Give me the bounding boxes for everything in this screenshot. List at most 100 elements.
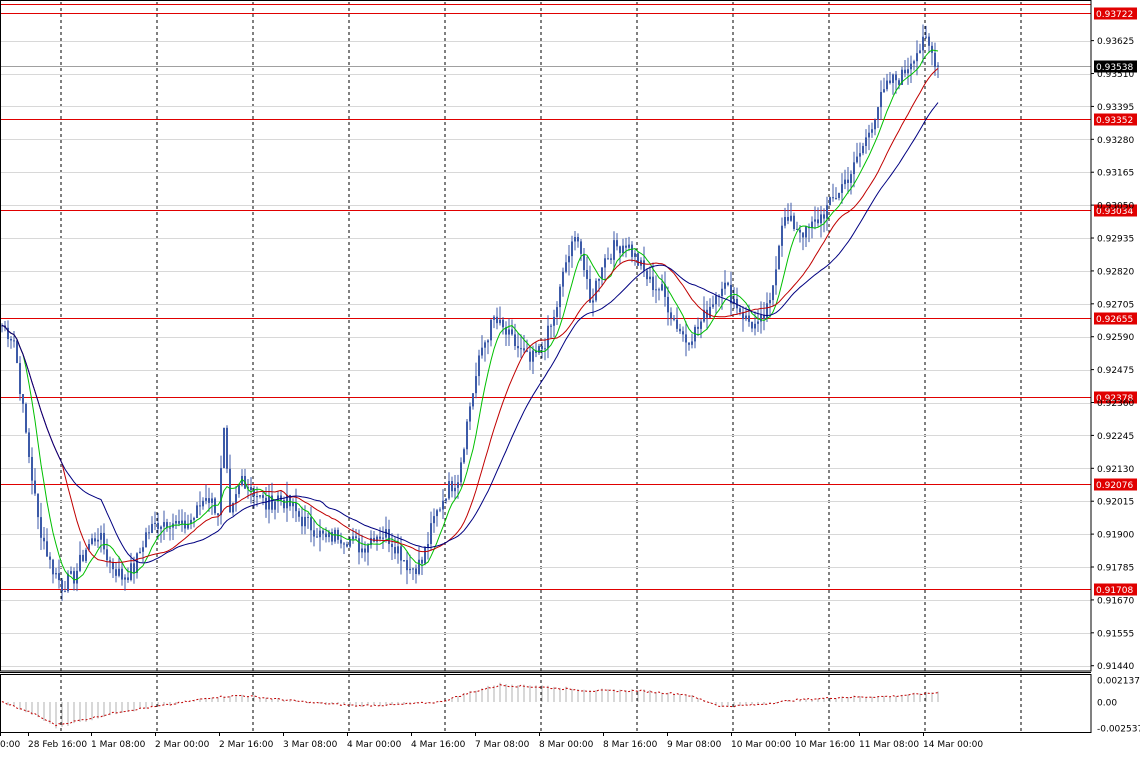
candle-body: [496, 316, 498, 324]
candle-body: [832, 197, 834, 199]
candle-body: [745, 315, 747, 320]
candle-body: [301, 516, 303, 527]
candle-body: [100, 532, 102, 540]
candle-body: [19, 363, 21, 395]
candle-body: [259, 495, 261, 497]
y-tick-label: 0.92015: [1097, 498, 1134, 508]
y-tick-label: 0.93625: [1097, 37, 1134, 47]
candle-body: [475, 376, 477, 394]
candle-body: [616, 240, 618, 247]
candle-body: [397, 546, 399, 554]
x-tick-label: 7 Mar 08:00: [475, 740, 530, 750]
candle-body: [700, 321, 702, 329]
candle-body: [454, 487, 456, 492]
candle-body: [601, 267, 603, 279]
candle: [637, 251, 639, 267]
candle-body: [778, 245, 780, 270]
candle-body: [484, 342, 486, 348]
candle: [463, 447, 465, 465]
x-tick-label: 8 Mar 16:00: [603, 740, 658, 750]
candle-body: [919, 50, 921, 54]
candle-body: [670, 312, 672, 319]
candle-body: [850, 174, 852, 183]
candle-body: [508, 329, 510, 335]
x-tick-label: 28 Feb 16:00: [28, 740, 87, 750]
candle-body: [517, 346, 519, 349]
candle-body: [310, 517, 312, 531]
candle-body: [406, 560, 408, 571]
candle-body: [16, 340, 18, 364]
candle-body: [787, 217, 789, 221]
candle-body: [280, 495, 282, 501]
y-tick-label: 0.93165: [1097, 169, 1134, 179]
candle-body: [838, 192, 840, 198]
candle-body: [307, 516, 309, 518]
candle: [226, 425, 228, 474]
y-tick-label: 0.93510: [1097, 70, 1134, 80]
y-tick-label: 0.93280: [1097, 136, 1134, 146]
x-tick-label: 8 Mar 00:00: [539, 740, 594, 750]
x-tick-label: 10 Mar 00:00: [731, 740, 791, 750]
candle-body: [610, 258, 612, 260]
candle-body: [103, 532, 105, 550]
candle-body: [565, 262, 567, 272]
candle-body: [853, 162, 855, 175]
candle-body: [433, 516, 435, 524]
candle-body: [880, 92, 882, 108]
candle-body: [193, 517, 195, 520]
candle-body: [67, 573, 69, 592]
candle-body: [361, 548, 363, 553]
candle-body: [211, 498, 213, 503]
candle-body: [175, 520, 177, 524]
candle-body: [13, 340, 15, 342]
candle-body: [70, 571, 72, 574]
candle-body: [592, 300, 594, 303]
level-price-label: 0.91708: [1096, 586, 1133, 596]
candle-body: [799, 229, 801, 233]
candle-body: [304, 516, 306, 527]
candle-body: [910, 63, 912, 70]
candle-body: [580, 241, 582, 254]
y-tick-label: 0.92360: [1097, 399, 1134, 409]
candle-body: [634, 253, 636, 257]
candle-body: [28, 432, 30, 457]
y-tick-label: 0.91555: [1097, 629, 1134, 639]
candle-body: [538, 346, 540, 353]
candle-body: [76, 570, 78, 584]
candle-body: [655, 289, 657, 291]
y-tick-label: 0.92130: [1097, 465, 1134, 475]
candle-body: [817, 219, 819, 224]
candle-body: [790, 215, 792, 221]
candle-body: [118, 568, 120, 576]
candle-body: [826, 205, 828, 219]
x-tick-label: 2 Mar 16:00: [219, 740, 274, 750]
candle: [334, 527, 336, 544]
candle-body: [553, 316, 555, 326]
candle-body: [652, 276, 654, 291]
candle-body: [445, 498, 447, 501]
candle-body: [325, 533, 327, 538]
candle-body: [61, 580, 63, 592]
candle-body: [577, 237, 579, 242]
candle-body: [31, 456, 33, 481]
candle-body: [442, 500, 444, 510]
candle-body: [265, 497, 267, 510]
candle-body: [904, 69, 906, 74]
candle-body: [148, 532, 150, 534]
candle-body: [868, 132, 870, 138]
candle-body: [178, 520, 180, 524]
candle-body: [223, 427, 225, 469]
candle-body: [907, 69, 909, 74]
y-tick-label: 0.92820: [1097, 267, 1134, 277]
candle-body: [607, 258, 609, 260]
osc-tick-label: 0.00: [1097, 698, 1117, 708]
candle-body: [124, 577, 126, 580]
candle-body: [871, 129, 873, 133]
candle-body: [757, 321, 759, 324]
candle-body: [937, 65, 939, 67]
candle-body: [691, 341, 693, 345]
candle-body: [274, 501, 276, 510]
osc-tick-label: -0.002537: [1097, 725, 1140, 735]
candle-body: [823, 214, 825, 219]
price-chart[interactable]: 0.937220.933520.930340.926550.923780.920…: [0, 0, 1140, 757]
